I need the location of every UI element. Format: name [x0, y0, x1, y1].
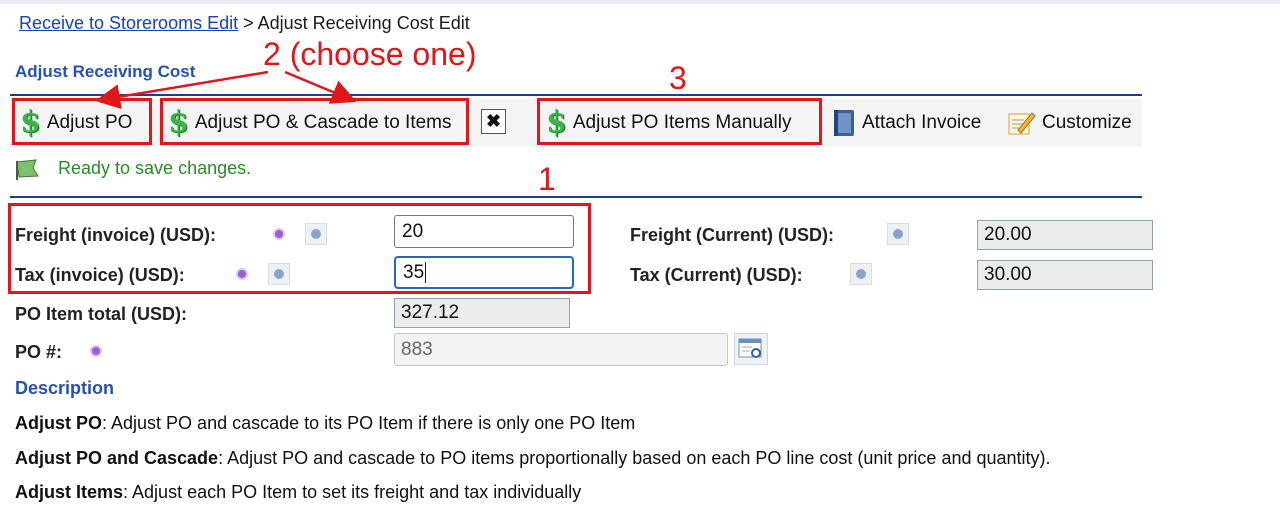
- help-icon[interactable]: [305, 223, 327, 245]
- status-message: Ready to save changes.: [58, 158, 252, 178]
- required-indicator-icon: [275, 230, 283, 238]
- status-divider: [10, 196, 1142, 198]
- annotation-arrow-to-adjust-po: [95, 70, 269, 110]
- po-item-total-label: PO Item total (USD):: [15, 304, 188, 324]
- annotation-arrow-to-cascade: [284, 70, 357, 104]
- description-title: Description: [15, 378, 115, 398]
- description-line-adjust-cascade: Adjust PO and Cascade: Adjust PO and cas…: [15, 448, 1051, 468]
- freight-current-value: 20.00: [977, 220, 1153, 250]
- tax-invoice-input[interactable]: 35: [394, 256, 574, 289]
- required-indicator-icon: [238, 270, 246, 278]
- flag-icon: [16, 159, 39, 180]
- help-icon[interactable]: [887, 223, 909, 245]
- text-cursor: [425, 262, 427, 283]
- lookup-icon[interactable]: [734, 333, 768, 365]
- help-icon[interactable]: [850, 263, 872, 285]
- tax-invoice-label: Tax (invoice) (USD):: [15, 265, 185, 285]
- po-number-label: PO #:: [15, 342, 63, 362]
- freight-current-label: Freight (Current) (USD):: [630, 225, 834, 245]
- description-line-adjust-po: Adjust PO: Adjust PO and cascade to its …: [15, 413, 636, 433]
- annotation-arrows: [95, 70, 357, 110]
- description-line-adjust-items: Adjust Items: Adjust each PO Item to set…: [15, 482, 582, 502]
- freight-invoice-label: Freight (invoice) (USD):: [15, 225, 216, 245]
- freight-invoice-input[interactable]: 20: [394, 215, 574, 248]
- po-number-field: 883: [394, 333, 728, 366]
- po-item-total-value: 327.12: [394, 298, 570, 328]
- tax-current-value: 30.00: [977, 260, 1153, 290]
- tax-current-label: Tax (Current) (USD):: [630, 265, 803, 285]
- help-icon[interactable]: [268, 263, 290, 285]
- required-indicator-icon: [92, 347, 100, 355]
